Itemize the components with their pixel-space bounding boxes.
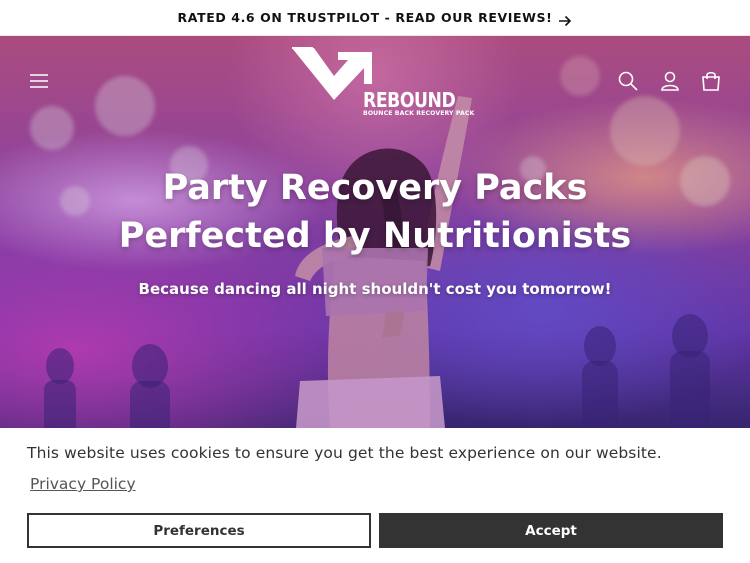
- menu-icon: [30, 74, 48, 88]
- search-button[interactable]: [615, 68, 641, 94]
- accept-button[interactable]: Accept: [379, 513, 723, 548]
- hero-heading-line2: Perfected by Nutritionists: [118, 216, 632, 256]
- arrow-right-icon: [558, 12, 572, 26]
- account-icon: [661, 71, 679, 91]
- cookie-message: This website uses cookies to ensure you …: [27, 444, 662, 462]
- cart-icon: [702, 71, 720, 91]
- brand-logo[interactable]: REBOUND BOUNCE BACK RECOVERY PACK: [288, 46, 474, 122]
- logo-wordmark: REBOUND: [363, 88, 456, 112]
- logo-mark-icon: [292, 47, 372, 100]
- cookie-banner: This website uses cookies to ensure you …: [0, 428, 750, 563]
- account-button[interactable]: [657, 68, 683, 94]
- hero-banner: REBOUND BOUNCE BACK RECOVERY PACK Party …: [0, 36, 750, 428]
- announcement-text: RATED 4.6 ON TRUSTPILOT - READ OUR REVIE…: [177, 10, 553, 25]
- announcement-link[interactable]: RATED 4.6 ON TRUSTPILOT - READ OUR REVIE…: [177, 10, 573, 26]
- hero-heading: Party Recovery Packs Perfected by Nutrit…: [0, 164, 750, 260]
- search-icon: [618, 71, 638, 91]
- logo-tagline: BOUNCE BACK RECOVERY PACK: [363, 110, 475, 117]
- preferences-button[interactable]: Preferences: [27, 513, 371, 548]
- privacy-policy-link[interactable]: Privacy Policy: [30, 475, 136, 493]
- hero-heading-line1: Party Recovery Packs: [162, 168, 588, 208]
- announcement-bar: RATED 4.6 ON TRUSTPILOT - READ OUR REVIE…: [0, 0, 750, 36]
- menu-button[interactable]: [24, 66, 54, 96]
- cart-button[interactable]: [698, 68, 724, 94]
- hero-subheading: Because dancing all night shouldn't cost…: [138, 280, 612, 298]
